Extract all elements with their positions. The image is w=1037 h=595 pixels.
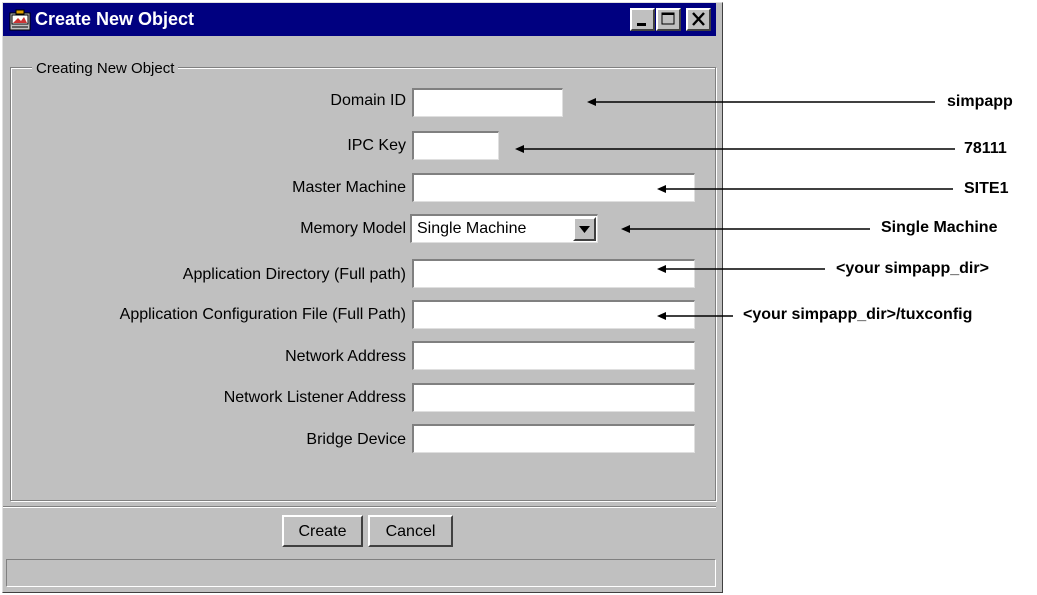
annotation-master-machine: SITE1 (964, 180, 1009, 197)
callout-arrows (515, 98, 955, 320)
annotation-application-directory: <your simpapp_dir> (836, 260, 989, 277)
annotation-domain-id: simpapp (947, 93, 1013, 110)
annotation-ipc-key: 78111 (964, 140, 1007, 157)
annotation-application-config-file: <your simpapp_dir>/tuxconfig (743, 306, 973, 323)
annotation-memory-model: Single Machine (881, 219, 998, 236)
